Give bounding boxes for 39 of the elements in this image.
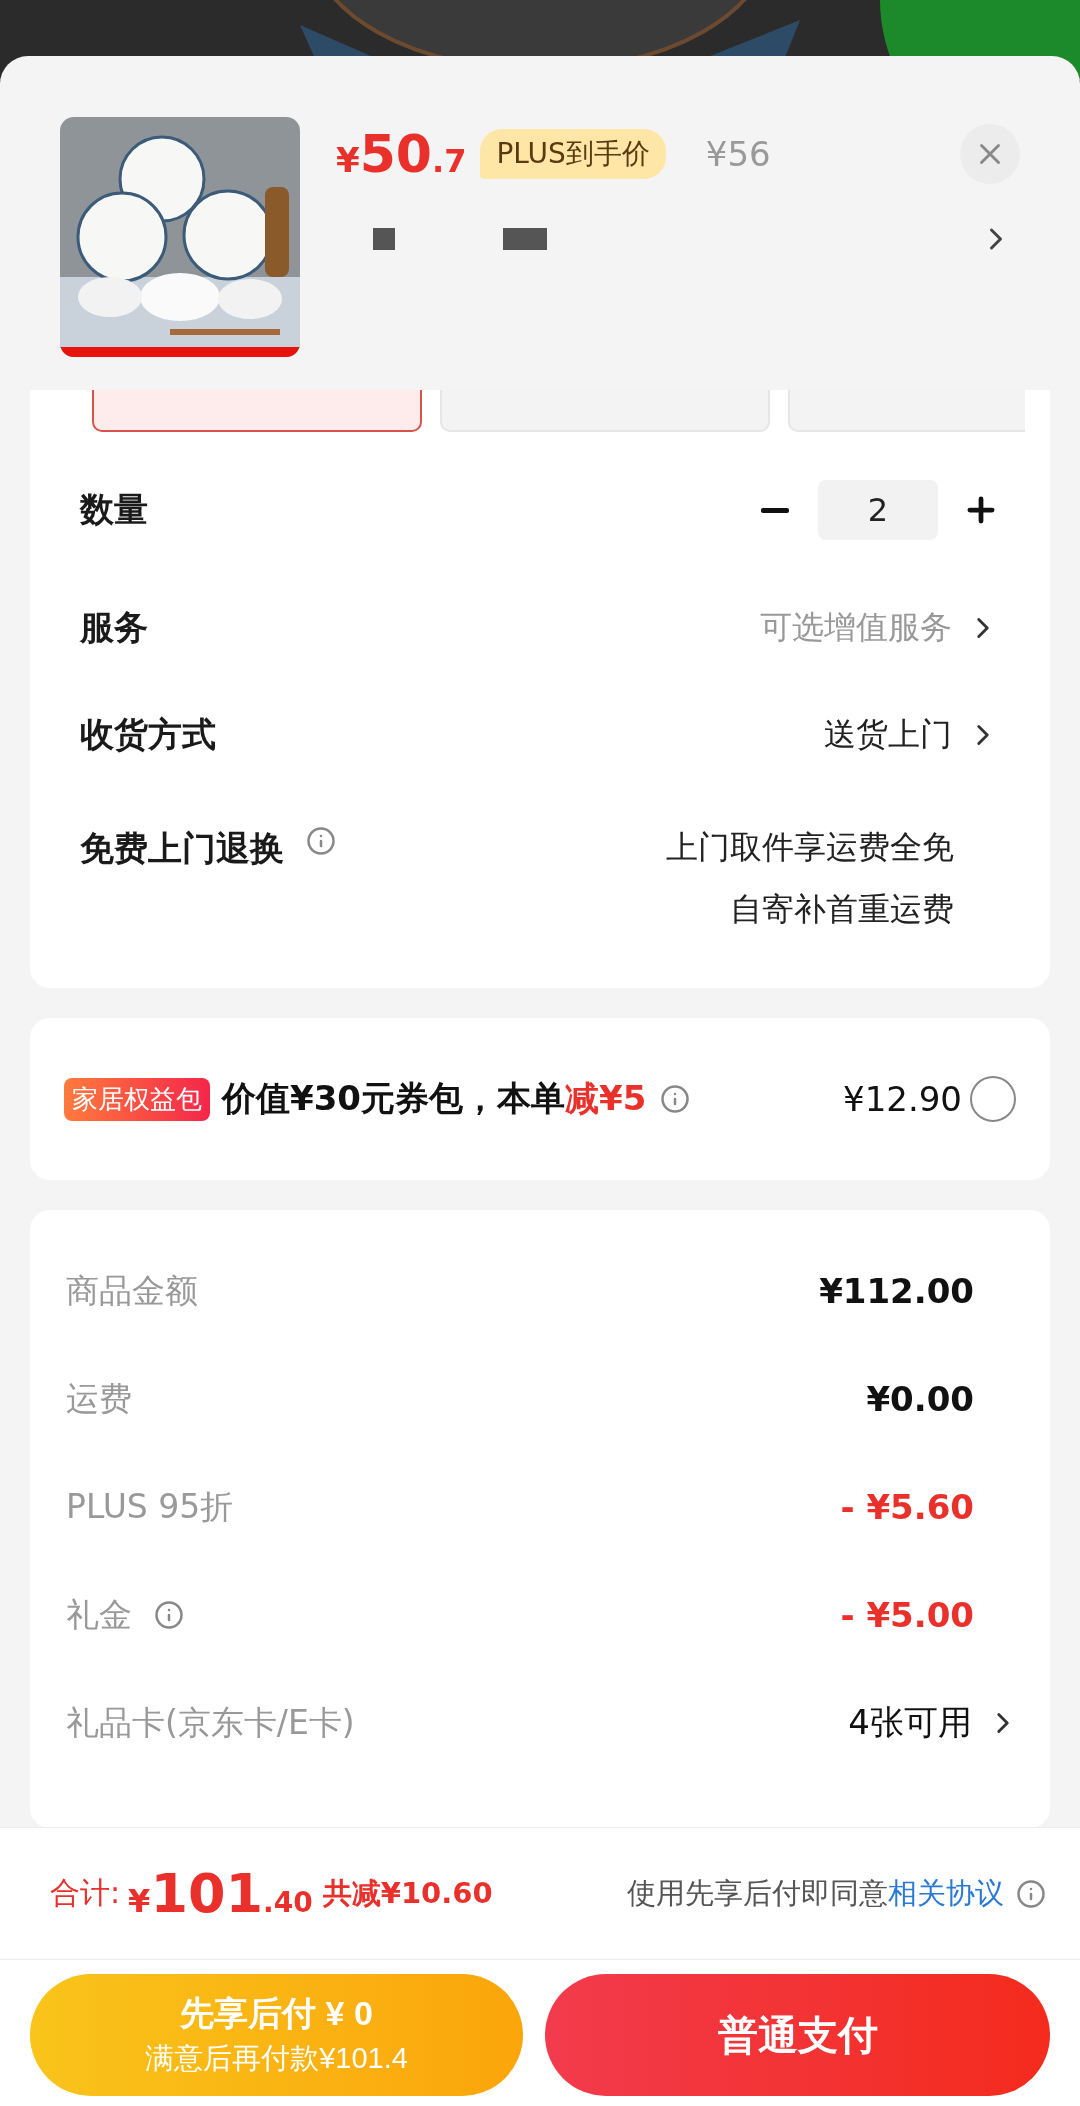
option-note: 自寄补首重运费 [730, 889, 954, 930]
summary-label: 礼品卡(京东卡/E卡) [66, 1701, 355, 1744]
option-label: 服务 [80, 605, 148, 649]
option-value[interactable]: 送货上门 [824, 713, 952, 757]
option-note: 上门取件享运费全免 [666, 827, 954, 868]
summary-value[interactable]: 4张可用 [848, 1700, 972, 1746]
agreement-text: 使用先享后付即同意相关协议 [627, 1874, 1004, 1912]
promo-text: 价值¥30元券包，本单减¥5 [222, 1077, 647, 1120]
info-icon[interactable] [660, 1084, 691, 1114]
saved-amount: 共减¥10.60 [322, 1874, 493, 1912]
summary-label: 商品金额 [66, 1269, 198, 1312]
quantity-field[interactable]: 2 [818, 480, 938, 540]
summary-value: - ¥5.00 [840, 1595, 974, 1635]
promo-tag: 家居权益包 [64, 1077, 210, 1121]
pay-button[interactable]: 普通支付 [545, 1974, 1050, 2096]
summary-label: PLUS 95折 [66, 1485, 234, 1528]
promo-price: ¥12.90 [843, 1079, 962, 1119]
plus-price-badge: PLUS到手价 [480, 129, 666, 179]
summary-value: - ¥5.60 [840, 1487, 974, 1527]
redaction-block [503, 228, 547, 250]
total-label: 合计: [50, 1874, 121, 1912]
option-label: 收货方式 [80, 713, 216, 756]
option-value[interactable]: 可选增值服务 [760, 605, 952, 650]
summary-label: 运费 [66, 1377, 132, 1420]
summary-value: ¥112.00 [819, 1271, 974, 1311]
info-icon[interactable] [154, 1600, 184, 1630]
redaction-block [373, 228, 395, 250]
summary-value: ¥0.00 [866, 1379, 974, 1419]
agreement-link[interactable]: 相关协议 [888, 1875, 1004, 1910]
summary-label: 礼金 [66, 1593, 132, 1636]
total-price: ¥101.40 [128, 1862, 313, 1925]
radio-button[interactable] [970, 1076, 1016, 1122]
original-price: ¥56 [705, 134, 771, 174]
info-icon[interactable] [1016, 1878, 1046, 1909]
info-icon[interactable] [306, 826, 336, 856]
option-label: 数量 [80, 488, 148, 531]
option-label: 免费上门退换 [80, 827, 284, 870]
price: ¥50.7 [336, 124, 467, 184]
minus-icon [761, 507, 789, 513]
